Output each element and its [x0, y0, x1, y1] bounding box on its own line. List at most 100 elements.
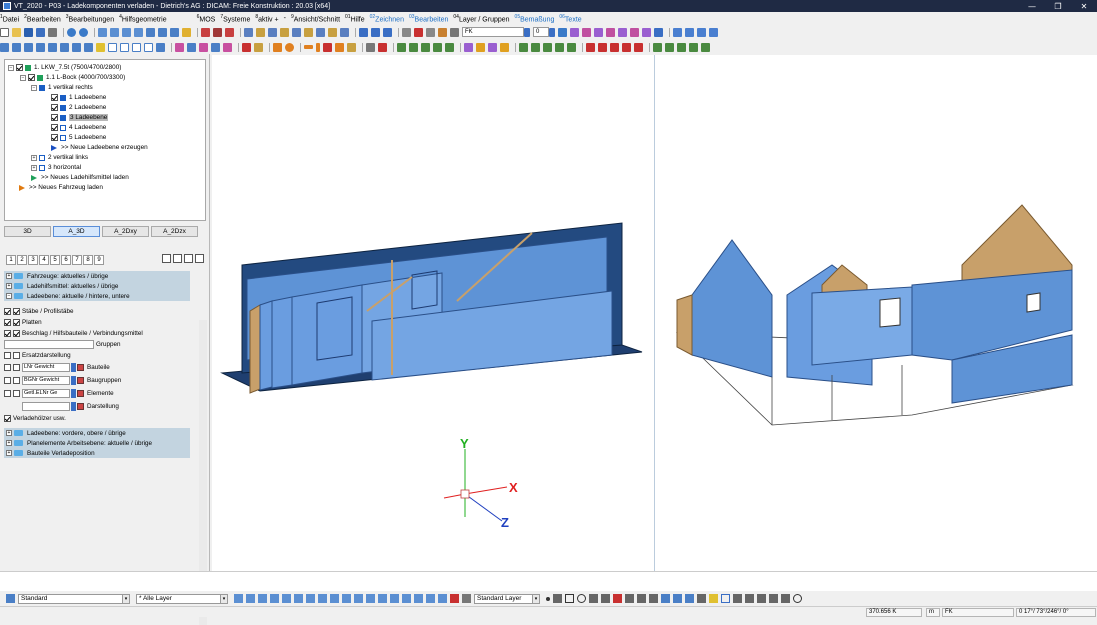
checkbox[interactable]	[51, 134, 58, 141]
menu-datei[interactable]: 1Datei	[0, 14, 19, 23]
element-1-icon[interactable]	[244, 27, 253, 37]
expand-toggle[interactable]: +	[6, 273, 12, 279]
arc-icon[interactable]	[589, 594, 598, 603]
number-tab[interactable]: 8	[83, 255, 93, 265]
close-button[interactable]: ✕	[1071, 2, 1097, 11]
dim-5-icon[interactable]	[567, 42, 576, 52]
no-snap-icon[interactable]	[450, 594, 459, 603]
copy-icon[interactable]	[254, 42, 263, 52]
print-icon[interactable]	[48, 27, 57, 37]
tool-a-icon[interactable]	[570, 27, 579, 37]
expand-toggle[interactable]: +	[6, 440, 12, 446]
checkbox[interactable]	[4, 364, 11, 371]
construction-combo[interactable]: FK	[462, 27, 524, 37]
view-zoom-icon[interactable]	[170, 27, 179, 37]
eraser-icon[interactable]	[426, 27, 435, 37]
text-2-icon[interactable]	[598, 42, 607, 52]
checkbox[interactable]	[4, 319, 11, 326]
dim-3-icon[interactable]	[543, 42, 552, 52]
tree-node-ladeebene-4[interactable]: 4 Ladeebene	[51, 123, 106, 132]
dim-1-icon[interactable]	[519, 42, 528, 52]
select-9-icon[interactable]	[96, 42, 105, 52]
area-icon[interactable]	[649, 594, 658, 603]
tree-node-ladeebene-3[interactable]: 3 Ladeebene	[51, 113, 109, 122]
snap-13-icon[interactable]	[378, 594, 387, 603]
element-4-icon[interactable]	[280, 27, 289, 37]
snap-17-icon[interactable]	[426, 594, 435, 603]
text-1-icon[interactable]	[586, 42, 595, 52]
menu-mos[interactable]: 6MOS	[197, 14, 216, 23]
expand-toggle[interactable]: +	[31, 154, 37, 161]
snap-14-icon[interactable]	[390, 594, 399, 603]
group-planelemente[interactable]: + Planelemente Arbeitsebene: aktuelle / ü…	[4, 438, 190, 448]
minimize-button[interactable]: —	[1019, 2, 1045, 11]
snap-15-icon[interactable]	[402, 594, 411, 603]
grid-icon[interactable]	[450, 27, 459, 37]
command-line[interactable]	[0, 571, 1097, 591]
checkbox[interactable]	[13, 352, 20, 359]
axis-2-icon[interactable]	[665, 42, 674, 52]
tree-node-vertikal-links[interactable]: +2 vertikal links	[31, 153, 88, 162]
checkbox[interactable]	[4, 415, 11, 422]
element-6-icon[interactable]	[304, 27, 313, 37]
edit-icon[interactable]	[77, 390, 84, 397]
open-folder-icon[interactable]	[12, 27, 21, 37]
checkbox[interactable]	[13, 330, 20, 337]
snap-16-icon[interactable]	[414, 594, 423, 603]
snap-10-icon[interactable]	[342, 594, 351, 603]
joint-5-icon[interactable]	[445, 42, 454, 52]
wall-1-icon[interactable]	[366, 42, 375, 52]
detail-view-icon[interactable]	[173, 254, 182, 263]
delete-line-icon[interactable]	[613, 594, 622, 603]
frame-5-icon[interactable]	[156, 42, 165, 52]
label-combo[interactable]: LNr Gewicht	[22, 363, 70, 372]
square-icon[interactable]	[721, 594, 730, 603]
polyline-icon[interactable]	[601, 594, 610, 603]
window-layout-2-icon[interactable]	[371, 27, 380, 37]
tree-node-new-fahrzeug[interactable]: >> Neues Fahrzeug laden	[19, 183, 103, 192]
slope-icon[interactable]	[769, 594, 778, 603]
check-beschlag[interactable]: Beschlag / Hilfsbauteile / Verbindungsmi…	[4, 328, 204, 339]
checkbox[interactable]	[13, 390, 20, 397]
style-combo[interactable]: Standard ▾	[18, 593, 130, 604]
table-icon[interactable]	[438, 27, 447, 37]
spin-icon[interactable]	[71, 402, 76, 411]
dim-4-icon[interactable]	[555, 42, 564, 52]
checkbox[interactable]	[51, 114, 58, 121]
checkbox[interactable]	[4, 330, 11, 337]
combo-arrow-icon[interactable]	[524, 27, 530, 37]
fork-icon[interactable]	[781, 594, 790, 603]
part-5-icon[interactable]	[223, 42, 232, 52]
joint-4-icon[interactable]	[433, 42, 442, 52]
element-8-icon[interactable]	[328, 27, 337, 37]
checkbox[interactable]	[4, 308, 11, 315]
checkbox[interactable]	[51, 104, 58, 111]
snap-11-icon[interactable]	[354, 594, 363, 603]
menu-bearbeiten-2[interactable]: 03Bearbeiten	[409, 14, 448, 23]
tool-g-icon[interactable]	[642, 27, 651, 37]
frame-3-icon[interactable]	[132, 42, 141, 52]
part-3-icon[interactable]	[199, 42, 208, 52]
block-icon[interactable]	[347, 42, 356, 52]
tile-view-icon[interactable]	[184, 254, 193, 263]
text-4-icon[interactable]	[622, 42, 631, 52]
expand-toggle[interactable]: +	[6, 283, 12, 289]
collapse-all-icon[interactable]	[195, 254, 204, 263]
pen-icon[interactable]	[414, 27, 423, 37]
color-icon[interactable]	[273, 42, 282, 52]
select-2-icon[interactable]	[12, 42, 21, 52]
check-ersatz[interactable]: Ersatzdarstellung	[4, 350, 204, 361]
car-icon[interactable]	[225, 27, 234, 37]
text-5-icon[interactable]	[634, 42, 643, 52]
layer-icon[interactable]	[182, 27, 191, 37]
extend-icon[interactable]	[685, 594, 694, 603]
joint-2-icon[interactable]	[409, 42, 418, 52]
group-ladeebene[interactable]: − Ladeebene: aktuelle / hintere, untere	[4, 291, 190, 301]
element-2-icon[interactable]	[256, 27, 265, 37]
rectangle-icon[interactable]	[565, 594, 574, 603]
collapse-toggle[interactable]: −	[31, 84, 37, 91]
label-combo[interactable]: GetI.ELNr Ge	[22, 389, 70, 398]
layer-manager-icon[interactable]	[6, 594, 15, 603]
dim-2-icon[interactable]	[531, 42, 540, 52]
select-4-icon[interactable]	[36, 42, 45, 52]
